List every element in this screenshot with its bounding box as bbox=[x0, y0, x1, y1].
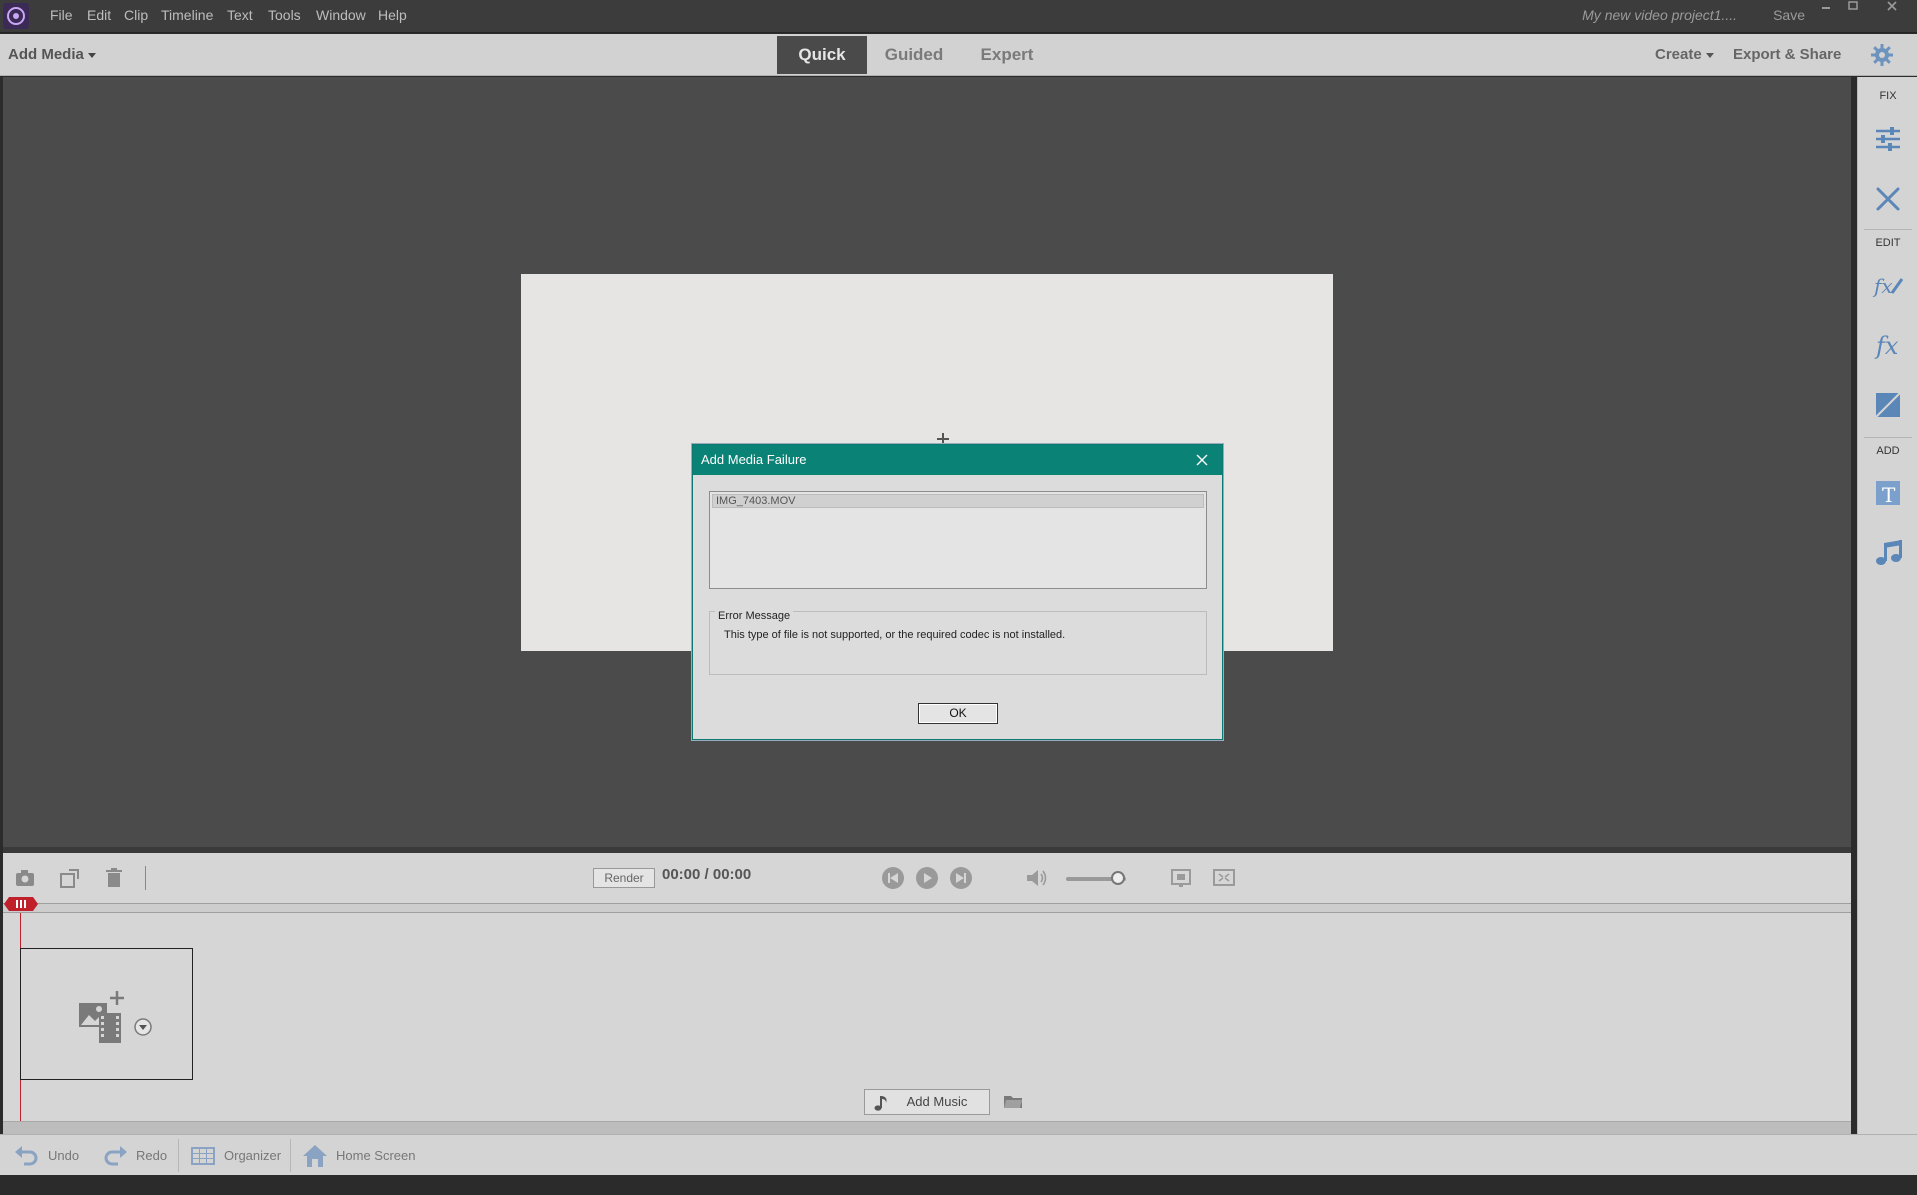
go-to-start-icon[interactable] bbox=[880, 865, 906, 891]
project-name: My new video project1.... bbox=[1582, 7, 1737, 23]
list-item[interactable]: IMG_7403.MOV bbox=[712, 494, 1204, 508]
fit-to-window-icon[interactable] bbox=[1211, 865, 1237, 891]
dialog-title: Add Media Failure bbox=[701, 452, 807, 467]
menu-timeline[interactable]: Timeline bbox=[161, 0, 213, 30]
gear-icon[interactable] bbox=[1869, 42, 1895, 68]
tab-quick[interactable]: Quick bbox=[777, 36, 867, 74]
organizer-label: Organizer bbox=[224, 1148, 282, 1163]
applied-effects-icon[interactable]: fx bbox=[1870, 267, 1906, 303]
undo-button[interactable]: Undo bbox=[14, 1135, 86, 1176]
add-media-icon bbox=[79, 991, 152, 1043]
redo-label: Redo bbox=[136, 1148, 168, 1163]
timeline-ruler[interactable] bbox=[3, 903, 1851, 913]
add-media-button[interactable]: Add Media bbox=[8, 34, 96, 76]
organizer-icon bbox=[191, 1147, 215, 1165]
home-screen-label: Home Screen bbox=[336, 1148, 416, 1163]
volume-slider-knob[interactable] bbox=[1111, 871, 1125, 885]
add-music-button[interactable]: Add Music bbox=[864, 1089, 990, 1115]
chevron-down-icon bbox=[87, 52, 96, 58]
svg-text:T: T bbox=[1882, 483, 1896, 507]
panel-heading-add: ADD bbox=[1876, 445, 1900, 457]
panel-heading-fix: FIX bbox=[1879, 90, 1897, 102]
titles-text-icon[interactable]: T bbox=[1870, 475, 1906, 511]
playhead-handle[interactable] bbox=[4, 895, 38, 913]
chevron-down-icon bbox=[1705, 52, 1714, 58]
home-screen-button[interactable]: Home Screen bbox=[302, 1135, 422, 1176]
toolbar-divider bbox=[145, 866, 146, 890]
menu-window[interactable]: Window bbox=[316, 0, 366, 30]
safe-margins-icon[interactable] bbox=[1168, 865, 1194, 891]
bottom-divider bbox=[290, 1139, 291, 1172]
svg-text:fx: fx bbox=[1874, 332, 1899, 360]
undo-icon bbox=[15, 1146, 38, 1166]
main-toolbar: Add Media Quick Guided Expert Create Exp… bbox=[0, 34, 1917, 76]
volume-icon[interactable] bbox=[1023, 865, 1049, 891]
tab-guided[interactable]: Guided bbox=[869, 36, 959, 74]
panel-divider bbox=[1864, 437, 1912, 438]
title-bar: File Edit Clip Timeline Text Tools Windo… bbox=[0, 0, 1917, 33]
menu-file[interactable]: File bbox=[50, 0, 73, 30]
play-icon[interactable] bbox=[914, 865, 940, 891]
create-menu-button[interactable]: Create bbox=[1655, 34, 1714, 76]
transitions-icon[interactable] bbox=[1870, 387, 1906, 423]
app-logo-icon bbox=[3, 3, 29, 29]
menu-edit[interactable]: Edit bbox=[87, 0, 111, 30]
menu-help[interactable]: Help bbox=[378, 0, 407, 30]
redo-button[interactable]: Redo bbox=[102, 1135, 174, 1176]
organizer-button[interactable]: Organizer bbox=[190, 1135, 290, 1176]
right-action-panel: FIX EDIT fx fx ADD T bbox=[1857, 77, 1917, 1134]
failed-files-list[interactable]: IMG_7403.MOV bbox=[709, 491, 1207, 589]
trash-icon[interactable] bbox=[101, 865, 127, 891]
go-to-end-icon[interactable] bbox=[948, 865, 974, 891]
add-media-placeholder[interactable] bbox=[20, 948, 193, 1080]
tab-expert[interactable]: Expert bbox=[961, 36, 1053, 74]
error-message-heading: Error Message bbox=[715, 610, 794, 622]
add-media-failure-dialog: Add Media Failure IMG_7403.MOV Error Mes… bbox=[692, 444, 1223, 740]
timecode: 00:00 / 00:00 bbox=[662, 866, 752, 883]
render-button[interactable]: Render bbox=[593, 868, 655, 888]
music-icon[interactable] bbox=[1870, 535, 1906, 571]
bottom-bar: Undo Redo Organizer Home Screen bbox=[0, 1134, 1917, 1175]
undo-label: Undo bbox=[48, 1148, 80, 1163]
ok-button[interactable]: OK bbox=[918, 703, 998, 724]
timeline-horizontal-scrollbar[interactable] bbox=[3, 1121, 1851, 1134]
camera-icon[interactable] bbox=[13, 865, 39, 891]
panel-divider bbox=[1864, 229, 1912, 230]
home-icon bbox=[303, 1145, 327, 1167]
add-music-label: Add Music bbox=[906, 1094, 968, 1109]
panel-heading-edit: EDIT bbox=[1875, 237, 1901, 249]
minimize-icon[interactable] bbox=[1815, 0, 1837, 14]
close-window-icon[interactable] bbox=[1881, 0, 1903, 14]
timeline-toolbar: Render 00:00 / 00:00 bbox=[3, 853, 1851, 903]
bottom-divider bbox=[178, 1139, 179, 1172]
save-button[interactable]: Save bbox=[1773, 0, 1805, 30]
crop-rotate-icon[interactable] bbox=[57, 865, 83, 891]
maximize-icon[interactable] bbox=[1842, 0, 1864, 14]
dialog-title-bar[interactable]: Add Media Failure bbox=[693, 445, 1222, 475]
svg-text:fx: fx bbox=[1872, 274, 1893, 298]
folder-icon[interactable] bbox=[1003, 1092, 1023, 1110]
menu-tools[interactable]: Tools bbox=[268, 0, 301, 30]
menu-clip[interactable]: Clip bbox=[124, 0, 148, 30]
effects-icon[interactable]: fx bbox=[1870, 327, 1906, 363]
tools-icon[interactable] bbox=[1870, 181, 1906, 217]
adjustments-icon[interactable] bbox=[1870, 121, 1906, 157]
close-icon[interactable] bbox=[1193, 451, 1211, 469]
menu-text[interactable]: Text bbox=[227, 0, 253, 30]
error-message-text: This type of file is not supported, or t… bbox=[724, 629, 1066, 641]
redo-icon bbox=[104, 1146, 127, 1166]
export-share-button[interactable]: Export & Share bbox=[1733, 34, 1841, 76]
create-label: Create bbox=[1655, 46, 1702, 63]
window-footer bbox=[0, 1175, 1917, 1195]
add-media-label: Add Media bbox=[8, 46, 84, 63]
